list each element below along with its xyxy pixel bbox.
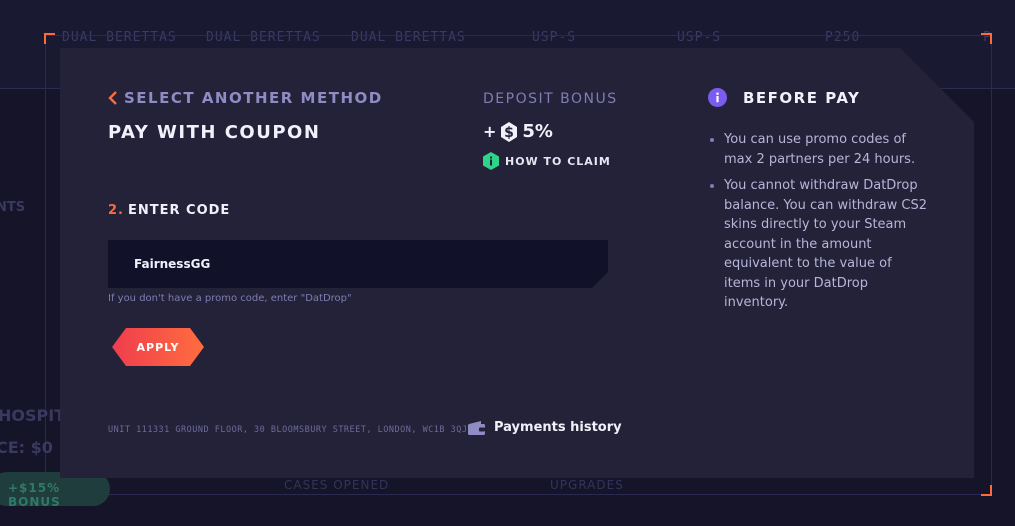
background-fragment: HOSPIT	[0, 406, 66, 425]
step-label: ENTER CODE	[127, 203, 231, 218]
frame-corner	[44, 33, 55, 44]
background-stat: CASES OPENED	[284, 478, 390, 492]
before-pay-list: You can use promo codes of max 2 partner…	[708, 130, 930, 320]
payments-history-link[interactable]: Payments history	[468, 420, 622, 435]
step-heading: 2. ENTER CODE	[108, 203, 230, 218]
back-label: SELECT ANOTHER METHOD	[124, 89, 383, 107]
frame-corner	[981, 485, 992, 496]
background-fragment: NTS	[0, 200, 26, 215]
svg-text:$: $	[505, 125, 515, 141]
how-to-claim-link[interactable]: HOW TO CLAIM	[483, 152, 611, 170]
promo-code-input[interactable]	[108, 240, 608, 288]
info-circle-icon	[708, 88, 727, 107]
dollar-coin-icon: $	[501, 121, 518, 142]
page-title: PAY WITH COUPON	[108, 122, 321, 143]
bonus-percent: 5%	[522, 121, 553, 142]
wallet-icon	[468, 421, 485, 435]
before-pay-title: BEFORE PAY	[743, 88, 861, 107]
chevron-left-icon	[108, 91, 117, 105]
background-fragment: CE: $0	[0, 438, 53, 457]
list-item: You cannot withdraw DatDrop balance. You…	[708, 176, 930, 313]
deposit-bonus-value: + $ 5%	[483, 121, 553, 142]
step-number: 2.	[108, 203, 124, 218]
before-pay-heading: BEFORE PAY	[708, 88, 860, 107]
info-hex-icon	[483, 152, 499, 170]
payments-history-label: Payments history	[494, 420, 622, 435]
company-address: UNIT 111331 GROUND FLOOR, 30 BLOOMSBURY …	[108, 425, 468, 435]
how-to-claim-label: HOW TO CLAIM	[505, 154, 611, 168]
coupon-modal: SELECT ANOTHER METHOD PAY WITH COUPON DE…	[60, 48, 974, 478]
frame-corner	[981, 33, 992, 44]
deposit-bonus-label: DEPOSIT BONUS	[483, 91, 618, 107]
bonus-prefix: +	[483, 122, 497, 141]
background-stat: UPGRADES	[550, 478, 624, 492]
promo-hint: If you don't have a promo code, enter "D…	[108, 293, 352, 304]
apply-button[interactable]: APPLY	[112, 328, 204, 366]
list-item: You can use promo codes of max 2 partner…	[708, 130, 930, 169]
select-another-method-link[interactable]: SELECT ANOTHER METHOD	[108, 89, 383, 107]
